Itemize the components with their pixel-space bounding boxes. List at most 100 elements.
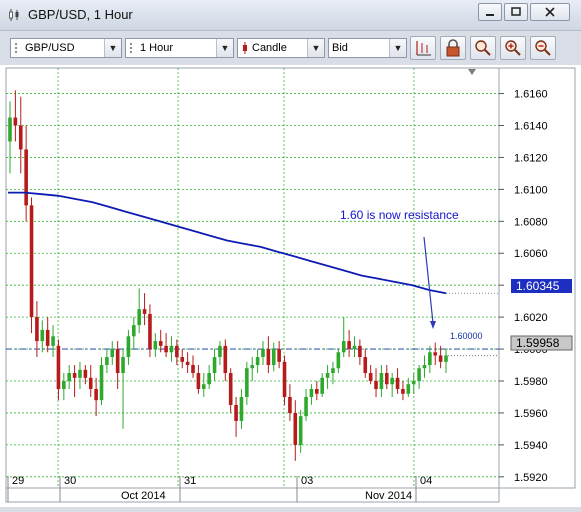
- candle-body: [315, 388, 319, 394]
- candle-body: [417, 368, 421, 382]
- candle-body: [51, 336, 55, 346]
- timeframe-value: 1 Hour: [140, 42, 174, 54]
- zoom-out-button[interactable]: [530, 36, 556, 60]
- candle-body: [40, 329, 45, 342]
- candle-body: [132, 325, 136, 337]
- candle-body: [384, 373, 389, 385]
- candle-body: [142, 309, 147, 314]
- candle-body: [288, 396, 292, 413]
- candle-body: [180, 357, 185, 362]
- candle-body: [363, 357, 368, 374]
- x-month-label: Oct 2014: [121, 490, 166, 502]
- candle-body: [94, 388, 98, 401]
- candle-body: [341, 341, 346, 353]
- zoom-button[interactable]: [470, 36, 496, 60]
- chevron-down-icon[interactable]: ▼: [104, 39, 121, 57]
- chevron-down-icon[interactable]: ▼: [216, 39, 233, 57]
- grid-toggle-button[interactable]: [410, 36, 436, 60]
- lock-button[interactable]: [440, 36, 466, 60]
- candle-body: [320, 377, 324, 394]
- candle-body: [115, 349, 120, 374]
- candle-body: [304, 396, 308, 417]
- candle-body: [406, 384, 411, 394]
- zoom-in-button[interactable]: [500, 36, 526, 60]
- candle-body: [67, 373, 72, 382]
- lock-icon: [446, 39, 460, 57]
- close-icon: [545, 7, 555, 17]
- candle-type-icon: [243, 42, 247, 54]
- grip-icon: [15, 43, 17, 53]
- y-tick-label: 1.6060: [514, 248, 548, 260]
- candle-body: [196, 373, 201, 389]
- price-side-select[interactable]: Bid ▼: [328, 38, 407, 58]
- chart-area[interactable]: 1.6160 1.6140 1.6120 1.6100 1.6080 1.6060 1.60…: [0, 65, 581, 507]
- y-tick-label: 1.6160: [514, 89, 548, 101]
- chart-type-select[interactable]: Candle ▼: [237, 38, 325, 58]
- candle-body: [325, 373, 330, 378]
- grid-icon: [416, 41, 431, 56]
- candle-body: [438, 355, 443, 362]
- x-day-label: 04: [420, 475, 432, 487]
- annotation-text: 1.60 is now resistance: [340, 208, 459, 222]
- close-button[interactable]: [530, 3, 570, 21]
- toolbar: GBP/USD ▼ 1 Hour ▼ Candle ▼ Bid ▼: [0, 34, 581, 63]
- candle-body: [191, 365, 195, 374]
- restore-button[interactable]: [504, 3, 528, 21]
- candle-body: [374, 381, 378, 389]
- zoom-icon: [475, 40, 491, 56]
- candle-body: [271, 349, 276, 366]
- chevron-down-icon[interactable]: ▼: [389, 39, 406, 57]
- candle-body: [175, 345, 179, 358]
- symbol-select[interactable]: GBP/USD ▼: [10, 38, 122, 58]
- y-tick-label: 1.5960: [514, 408, 548, 420]
- x-day-label: 30: [64, 475, 76, 487]
- candle-body: [88, 377, 93, 389]
- candle-body: [72, 373, 77, 378]
- candle-body: [153, 341, 158, 350]
- level-label: 1.60000: [450, 331, 483, 341]
- ma-badge-text: 1.60345: [516, 279, 560, 293]
- candle-body: [45, 329, 50, 346]
- candle-body: [164, 345, 168, 353]
- candle-body: [358, 345, 362, 358]
- timeframe-select[interactable]: 1 Hour ▼: [125, 38, 234, 58]
- candle-body: [148, 313, 152, 350]
- chevron-down-icon[interactable]: ▼: [307, 39, 324, 57]
- candle-body: [126, 336, 131, 358]
- y-tick-label: 1.5920: [514, 472, 548, 484]
- candle-body: [228, 373, 233, 405]
- candle-body: [282, 361, 287, 397]
- candle-body: [185, 361, 190, 366]
- minimize-button[interactable]: [478, 3, 502, 21]
- chart-window-icon: [9, 9, 19, 21]
- candle-body: [245, 368, 249, 397]
- candle-body: [218, 345, 222, 358]
- candle-body: [223, 345, 228, 374]
- price-side-value: Bid: [332, 42, 348, 54]
- candle-body: [266, 349, 271, 366]
- price-chart[interactable]: 1.6160 1.6140 1.6120 1.6100 1.6080 1.6060 1.60…: [0, 65, 581, 507]
- candle-body: [105, 357, 109, 366]
- candle-body: [207, 373, 211, 385]
- candle-body: [56, 345, 61, 389]
- candle-body: [110, 349, 115, 358]
- candle-body: [395, 377, 400, 389]
- zoom-in-icon: [505, 40, 521, 56]
- symbol-value: GBP/USD: [25, 42, 75, 54]
- candle-body: [201, 384, 206, 389]
- candle-body: [169, 345, 174, 353]
- candle-body: [368, 373, 373, 382]
- y-tick-label: 1.6140: [514, 120, 548, 132]
- chart-type-value: Candle: [252, 42, 287, 54]
- candle-body: [390, 377, 394, 385]
- x-day-label: 31: [184, 475, 196, 487]
- candle-body: [83, 369, 88, 378]
- grip-icon: [130, 43, 132, 53]
- candle-body: [277, 349, 281, 362]
- candle-body: [62, 381, 66, 389]
- candle-body: [35, 317, 39, 342]
- candle-body: [428, 352, 432, 366]
- candle-body: [401, 388, 405, 394]
- y-tick-label: 1.6120: [514, 152, 548, 164]
- x-day-label: 29: [12, 475, 24, 487]
